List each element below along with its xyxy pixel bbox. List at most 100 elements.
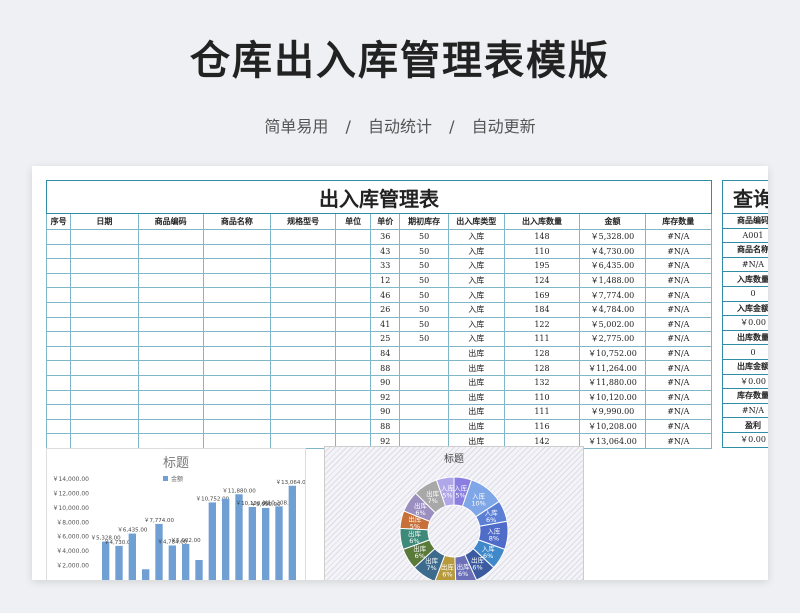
table-cell[interactable]: ￥9,990.00: [579, 404, 646, 420]
table-cell[interactable]: [137, 331, 204, 347]
table-cell[interactable]: [70, 389, 139, 406]
table-cell[interactable]: #N/A: [644, 316, 713, 333]
table-cell[interactable]: [399, 360, 449, 376]
table-cell[interactable]: 入库: [447, 243, 505, 260]
table-cell[interactable]: 110: [503, 243, 581, 260]
table-cell[interactable]: [202, 418, 272, 435]
table-cell[interactable]: [335, 345, 371, 362]
table-cell[interactable]: [70, 374, 139, 391]
table-cell[interactable]: 50: [399, 316, 449, 333]
table-cell[interactable]: [202, 433, 272, 449]
table-cell[interactable]: #N/A: [644, 287, 713, 303]
table-cell[interactable]: [335, 418, 371, 435]
table-cell[interactable]: 26: [369, 301, 401, 318]
table-cell[interactable]: [137, 389, 204, 406]
table-cell[interactable]: ￥4,730.00: [579, 243, 646, 260]
table-cell[interactable]: ￥6,435.00: [579, 258, 646, 274]
table-cell[interactable]: [70, 258, 139, 274]
table-cell[interactable]: 128: [503, 360, 581, 376]
table-cell[interactable]: #N/A: [644, 243, 713, 260]
table-cell[interactable]: ￥4,784.00: [579, 301, 646, 318]
table-cell[interactable]: [335, 272, 371, 289]
table-cell[interactable]: 入库: [447, 229, 505, 245]
table-cell[interactable]: [202, 345, 272, 362]
table-cell[interactable]: [202, 389, 272, 406]
table-cell[interactable]: [45, 229, 72, 245]
table-cell[interactable]: 入库: [447, 272, 505, 289]
table-cell[interactable]: [137, 374, 204, 391]
table-cell[interactable]: [202, 258, 272, 274]
table-cell[interactable]: [45, 316, 72, 333]
table-cell[interactable]: [45, 389, 72, 406]
table-cell[interactable]: 入库: [447, 258, 505, 274]
table-cell[interactable]: #N/A: [644, 404, 713, 420]
table-cell[interactable]: 184: [503, 301, 581, 318]
table-cell[interactable]: [335, 301, 371, 318]
table-cell[interactable]: 46: [369, 287, 401, 303]
table-cell[interactable]: 50: [399, 287, 449, 303]
table-cell[interactable]: [270, 418, 337, 435]
table-cell[interactable]: [202, 287, 272, 303]
table-cell[interactable]: #N/A: [644, 389, 713, 406]
table-cell[interactable]: [137, 258, 204, 274]
table-cell[interactable]: [70, 345, 139, 362]
table-cell[interactable]: [399, 374, 449, 391]
table-cell[interactable]: [70, 243, 139, 260]
table-cell[interactable]: [270, 272, 337, 289]
table-cell[interactable]: ￥10,208.00: [579, 418, 646, 435]
table-cell[interactable]: ￥7,774.00: [579, 287, 646, 303]
table-cell[interactable]: [335, 258, 371, 274]
table-cell[interactable]: [335, 360, 371, 376]
table-cell[interactable]: [45, 360, 72, 376]
table-cell[interactable]: 12: [369, 272, 401, 289]
table-cell[interactable]: ￥11,264.00: [579, 360, 646, 376]
table-cell[interactable]: 50: [399, 229, 449, 245]
table-cell[interactable]: [70, 404, 139, 420]
table-cell[interactable]: [137, 229, 204, 245]
table-cell[interactable]: [45, 243, 72, 260]
table-cell[interactable]: #N/A: [644, 258, 713, 274]
table-cell[interactable]: [270, 404, 337, 420]
table-cell[interactable]: [137, 287, 204, 303]
table-cell[interactable]: [202, 360, 272, 376]
table-cell[interactable]: [202, 374, 272, 391]
table-cell[interactable]: [70, 272, 139, 289]
table-cell[interactable]: 50: [399, 243, 449, 260]
table-cell[interactable]: [137, 301, 204, 318]
table-cell[interactable]: 88: [369, 360, 401, 376]
table-cell[interactable]: #N/A: [644, 331, 713, 347]
table-cell[interactable]: 128: [503, 345, 581, 362]
table-cell[interactable]: [335, 374, 371, 391]
table-cell[interactable]: 41: [369, 316, 401, 333]
table-cell[interactable]: ￥10,120.00: [579, 389, 646, 406]
table-cell[interactable]: 110: [503, 389, 581, 406]
table-cell[interactable]: [270, 287, 337, 303]
table-cell[interactable]: [45, 287, 72, 303]
table-cell[interactable]: 50: [399, 301, 449, 318]
table-cell[interactable]: #N/A: [644, 272, 713, 289]
table-cell[interactable]: 25: [369, 331, 401, 347]
table-cell[interactable]: [45, 418, 72, 435]
table-cell[interactable]: 入库: [447, 316, 505, 333]
table-cell[interactable]: [45, 345, 72, 362]
table-cell[interactable]: 88: [369, 418, 401, 435]
table-cell[interactable]: ￥5,328.00: [579, 229, 646, 245]
table-cell[interactable]: [45, 258, 72, 274]
table-cell[interactable]: [137, 316, 204, 333]
table-cell[interactable]: 出库: [447, 389, 505, 406]
table-cell[interactable]: [270, 316, 337, 333]
table-cell[interactable]: [202, 243, 272, 260]
table-cell[interactable]: #N/A: [644, 374, 713, 391]
table-cell[interactable]: 92: [369, 389, 401, 406]
table-cell[interactable]: [45, 301, 72, 318]
table-cell[interactable]: 入库: [447, 301, 505, 318]
table-cell[interactable]: [137, 418, 204, 435]
query-value[interactable]: #N/A: [722, 256, 768, 273]
table-cell[interactable]: [137, 243, 204, 260]
table-cell[interactable]: [202, 404, 272, 420]
table-cell[interactable]: [45, 404, 72, 420]
table-cell[interactable]: [270, 258, 337, 274]
table-cell[interactable]: [70, 331, 139, 347]
table-cell[interactable]: [137, 272, 204, 289]
table-cell[interactable]: [270, 243, 337, 260]
